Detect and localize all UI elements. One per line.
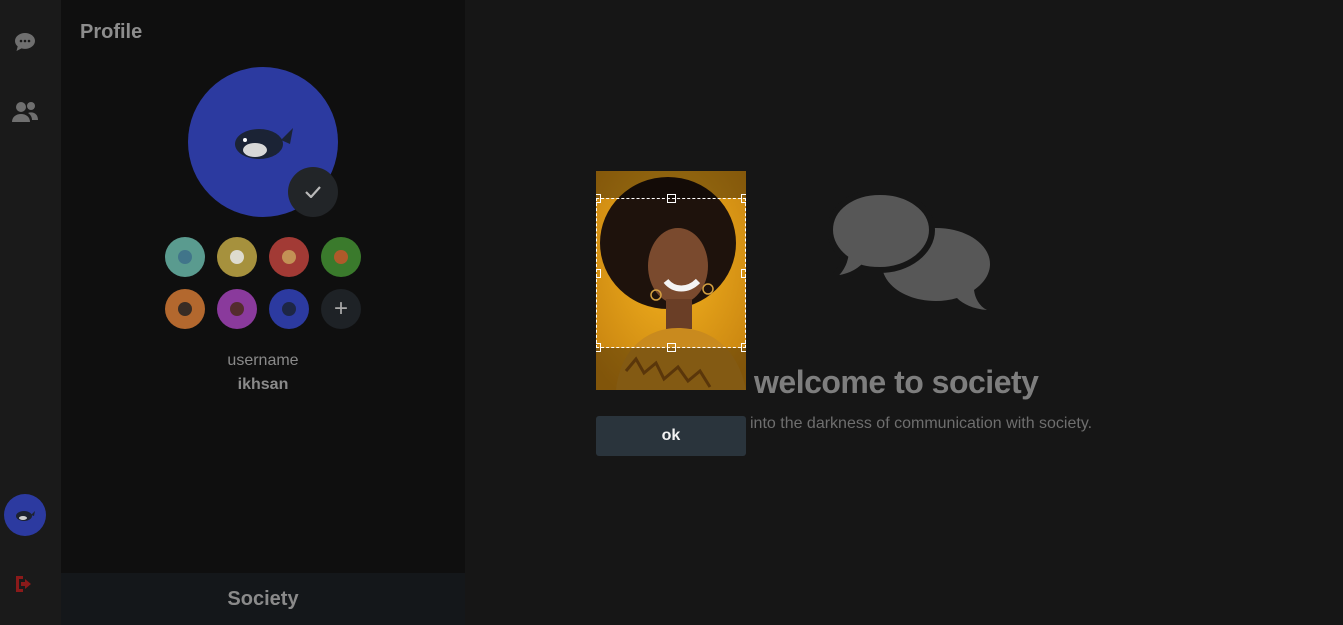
panda-icon	[230, 250, 244, 264]
plus-icon: +	[333, 295, 348, 322]
elephant-icon	[178, 250, 192, 264]
crop-handle-ne[interactable]	[741, 194, 746, 203]
panel-title: Profile	[80, 21, 143, 43]
icon-rail	[0, 0, 61, 625]
crop-selection-box[interactable]	[596, 194, 746, 352]
profile-panel: Profile + username ikhsan Society	[61, 0, 465, 625]
avatar-option-elephant[interactable]	[165, 237, 205, 277]
penguin-icon	[178, 302, 192, 316]
welcome-subtitle: into the darkness of communication with …	[750, 415, 1093, 432]
chat-bubbles-icon	[828, 188, 990, 310]
avatar-option-penguin[interactable]	[165, 289, 205, 329]
monkey-icon	[282, 250, 296, 264]
avatar-option-panda[interactable]	[217, 237, 257, 277]
crop-shade-bottom	[596, 348, 746, 390]
whale-icon	[16, 511, 35, 521]
crop-ok-button[interactable]: ok	[596, 416, 746, 456]
brand-footer: Society	[61, 573, 465, 625]
image-cropper[interactable]	[596, 171, 746, 390]
add-avatar-button[interactable]: +	[321, 289, 361, 329]
avatar-option-whale[interactable]	[269, 289, 309, 329]
crop-handle-e[interactable]	[741, 269, 746, 278]
logout-button[interactable]	[10, 569, 40, 599]
whale-icon	[282, 302, 296, 316]
bear-icon	[230, 302, 244, 316]
welcome-title: welcome to society	[754, 364, 1039, 400]
friends-nav-button[interactable]	[10, 97, 40, 127]
chat-icon	[15, 33, 35, 51]
username-value: ikhsan	[237, 376, 289, 393]
users-icon	[12, 102, 38, 122]
username-label: username	[227, 352, 299, 369]
whale-icon	[235, 128, 293, 159]
current-user-avatar[interactable]	[4, 494, 46, 536]
crop-handle-n[interactable]	[667, 194, 676, 203]
check-icon	[305, 186, 321, 198]
confirm-avatar-button[interactable]	[288, 167, 338, 217]
crop-handle-se[interactable]	[741, 343, 746, 352]
app-root: Profile + username ikhsan Society welcom…	[0, 0, 1343, 625]
bird-icon	[334, 250, 348, 264]
logout-icon	[16, 576, 31, 592]
crop-handle-sw[interactable]	[596, 343, 601, 352]
crop-handle-nw[interactable]	[596, 194, 601, 203]
crop-handle-w[interactable]	[596, 269, 601, 278]
avatar-option-bear[interactable]	[217, 289, 257, 329]
crop-handle-s[interactable]	[667, 343, 676, 352]
avatar-option-monkey[interactable]	[269, 237, 309, 277]
chat-nav-button[interactable]	[10, 27, 40, 57]
avatar-option-bird[interactable]	[321, 237, 361, 277]
